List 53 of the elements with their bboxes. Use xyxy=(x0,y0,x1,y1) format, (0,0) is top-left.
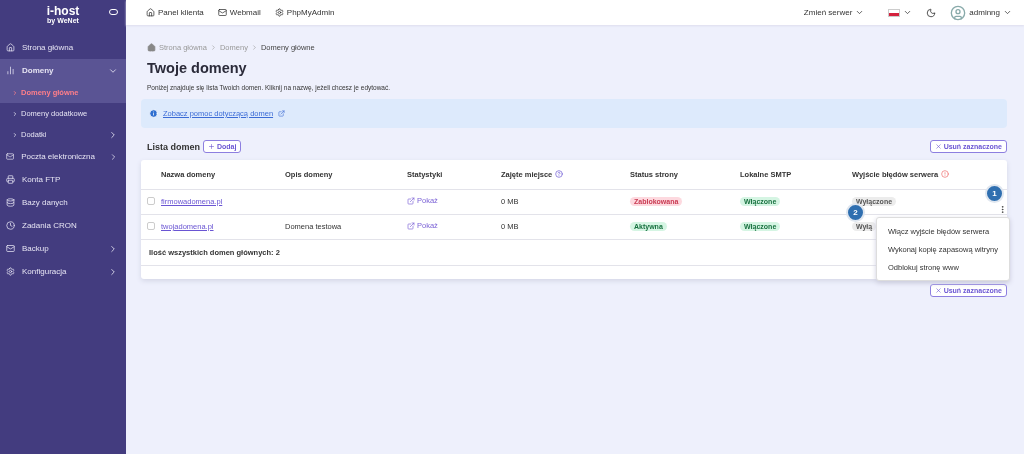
sidebar-item[interactable]: Konta FTP xyxy=(0,168,126,191)
database-icon xyxy=(6,198,15,207)
sidebar-item[interactable]: Backup xyxy=(0,237,126,260)
envelope-icon xyxy=(6,152,15,161)
section-title: Lista domen xyxy=(147,141,200,152)
sidebar-item[interactable]: Poczta elektroniczna xyxy=(0,145,126,168)
nav-link[interactable]: Webmail xyxy=(217,8,261,17)
chevron-down-icon xyxy=(903,8,913,17)
sidebar-item[interactable]: Domeny xyxy=(0,59,126,82)
info-icon xyxy=(149,109,158,118)
envelope-icon xyxy=(217,8,227,17)
chevron-right-icon[interactable] xyxy=(108,129,118,140)
more-options-icon[interactable] xyxy=(998,205,1007,214)
sidebar-item[interactable]: Strona główna xyxy=(0,36,126,59)
home-icon xyxy=(6,43,15,52)
moon-icon[interactable] xyxy=(926,7,937,18)
chevron-right-icon xyxy=(12,89,18,96)
home-icon xyxy=(146,8,155,17)
close-icon xyxy=(934,286,942,294)
sidebar-item[interactable]: Konfiguracja xyxy=(0,260,126,283)
nav-link[interactable]: Panel klienta xyxy=(146,8,204,17)
gear-icon xyxy=(274,8,284,17)
plus-icon xyxy=(208,143,215,150)
envelope-icon xyxy=(6,244,15,253)
toggle-icon[interactable] xyxy=(109,9,118,15)
chevron-right-icon xyxy=(250,44,258,51)
printer-icon xyxy=(6,175,15,184)
home-icon xyxy=(147,43,156,52)
flag-icon xyxy=(888,8,901,17)
row-checkbox[interactable] xyxy=(147,221,155,230)
page-title: Twoje domeny xyxy=(147,60,248,76)
external-link-icon xyxy=(407,196,415,205)
nav-link[interactable]: PhpMyAdmin xyxy=(274,8,335,17)
sidebar-item[interactable]: Zadania CRON xyxy=(0,214,126,237)
chevron-right-icon xyxy=(209,44,217,51)
chevron-down-icon xyxy=(855,8,865,17)
avatar-icon xyxy=(950,4,967,21)
clock-icon xyxy=(6,221,15,230)
sidebar-item[interactable]: Bazy danych xyxy=(0,191,126,214)
help-icon[interactable] xyxy=(555,170,564,179)
gear-icon xyxy=(6,267,15,276)
external-link-icon xyxy=(407,221,415,230)
server-dropdown[interactable]: Zmień serwer xyxy=(803,8,865,17)
chevron-right-icon xyxy=(12,131,18,138)
bar-chart-icon xyxy=(6,66,15,75)
language-dropdown[interactable] xyxy=(888,8,913,17)
chevron-right-icon xyxy=(12,110,18,117)
user-menu[interactable]: adminng xyxy=(950,4,1012,21)
row-checkbox[interactable] xyxy=(147,196,155,205)
chevron-right-icon[interactable] xyxy=(108,266,118,277)
chevron-right-icon[interactable] xyxy=(108,243,118,254)
close-icon xyxy=(934,143,942,150)
chevron-down-icon xyxy=(1003,8,1012,17)
